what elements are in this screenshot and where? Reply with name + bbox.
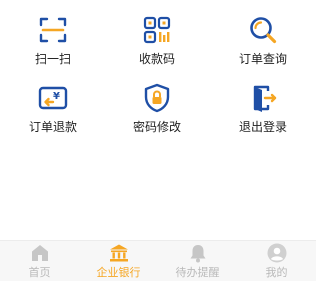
action-label: 订单退款	[28, 120, 77, 134]
bell-icon	[188, 243, 208, 263]
action-logout[interactable]: 退出登录	[213, 78, 313, 138]
bank-icon	[109, 243, 129, 263]
action-label: 收款码	[138, 52, 175, 66]
tab-mine[interactable]: 我的	[237, 241, 316, 281]
home-icon	[30, 243, 50, 263]
search-order-icon	[247, 14, 279, 46]
enterprise-bank-screen: 扫一扫 收款码 订单查询 ¥ 订单退款 密码修改 退出登录 首页 企业银行 待办…	[0, 0, 316, 281]
action-order-query[interactable]: 订单查询	[213, 10, 313, 70]
action-label: 扫一扫	[34, 52, 71, 66]
bottom-tab-bar: 首页 企业银行 待办提醒 我的	[0, 240, 316, 281]
tab-label: 企业银行	[96, 266, 141, 279]
svg-text:¥: ¥	[53, 91, 60, 102]
tab-label: 我的	[265, 266, 288, 279]
action-order-refund[interactable]: ¥ 订单退款	[3, 78, 103, 138]
action-scan[interactable]: 扫一扫	[3, 10, 103, 70]
logout-icon	[247, 82, 279, 114]
refund-icon: ¥	[37, 82, 69, 114]
actions-row-2: ¥ 订单退款 密码修改 退出登录	[0, 78, 316, 138]
tab-label: 待办提醒	[175, 266, 220, 279]
scan-icon	[37, 14, 69, 46]
tab-todo-reminder[interactable]: 待办提醒	[158, 241, 237, 281]
profile-icon	[267, 243, 287, 263]
action-label: 退出登录	[238, 120, 287, 134]
tab-home[interactable]: 首页	[0, 241, 79, 281]
password-shield-icon	[141, 82, 173, 114]
action-collect-code[interactable]: 收款码	[107, 10, 207, 70]
actions-row-1: 扫一扫 收款码 订单查询	[0, 10, 316, 70]
tab-enterprise-bank[interactable]: 企业银行	[79, 241, 158, 281]
qr-code-icon	[141, 14, 173, 46]
action-label: 密码修改	[132, 120, 181, 134]
tab-label: 首页	[28, 266, 51, 279]
action-label: 订单查询	[238, 52, 287, 66]
action-change-password[interactable]: 密码修改	[107, 78, 207, 138]
